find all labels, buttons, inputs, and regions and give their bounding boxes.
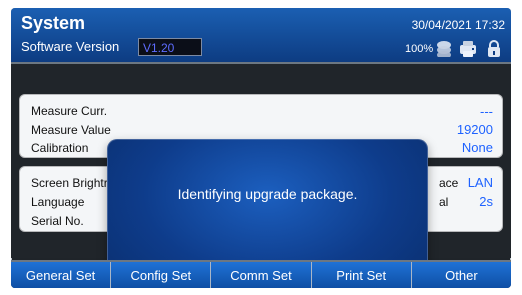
bottom-tabs: General Set Config Set Comm Set Print Se… — [11, 260, 511, 288]
page-title: System — [21, 13, 86, 33]
battery-percent: 100% — [405, 43, 434, 55]
settings-row-label: Language — [31, 195, 85, 209]
software-version-label: Software Version — [21, 39, 120, 54]
printer-icon — [460, 41, 476, 57]
tab-other[interactable]: Other — [411, 262, 511, 288]
settings-content: Measure Curr. --- Measure Value 19200 Ca… — [11, 64, 511, 288]
device-frame: System Software Version V1.20 30/04/2021… — [0, 0, 522, 295]
software-version-value: V1.20 — [138, 38, 202, 56]
tab-print-set[interactable]: Print Set — [311, 262, 412, 288]
settings-row-right-label: al — [439, 195, 449, 209]
tab-general-set[interactable]: General Set — [11, 262, 112, 288]
settings-row-value: 19200 — [456, 122, 493, 137]
settings-row-label: Measure Value — [31, 123, 111, 137]
dialog-message: Identifying upgrade package. — [177, 186, 358, 202]
settings-row-right-label: ace — [439, 176, 459, 190]
settings-row-value: LAN — [467, 175, 493, 190]
status-icons — [436, 37, 511, 59]
settings-row-value: None — [461, 140, 493, 155]
settings-row-value: --- — [480, 104, 493, 119]
status-icons-svg — [437, 40, 500, 59]
settings-row-label: Calibration — [31, 141, 89, 155]
screen: System Software Version V1.20 30/04/2021… — [11, 8, 511, 288]
tab-comm-set[interactable]: Comm Set — [211, 262, 312, 288]
settings-row-value: 2s — [479, 194, 493, 209]
settings-row-label: Serial No. — [31, 214, 84, 228]
network-icon — [437, 41, 451, 59]
header-bar: System Software Version V1.20 30/04/2021… — [11, 8, 511, 64]
lock-icon — [488, 40, 500, 57]
settings-row-label: Screen Brightr — [31, 176, 108, 190]
tab-config-set[interactable]: Config Set — [111, 262, 212, 288]
datetime: 30/04/2021 17:32 — [411, 18, 505, 32]
settings-row-label: Measure Curr. — [31, 104, 108, 118]
